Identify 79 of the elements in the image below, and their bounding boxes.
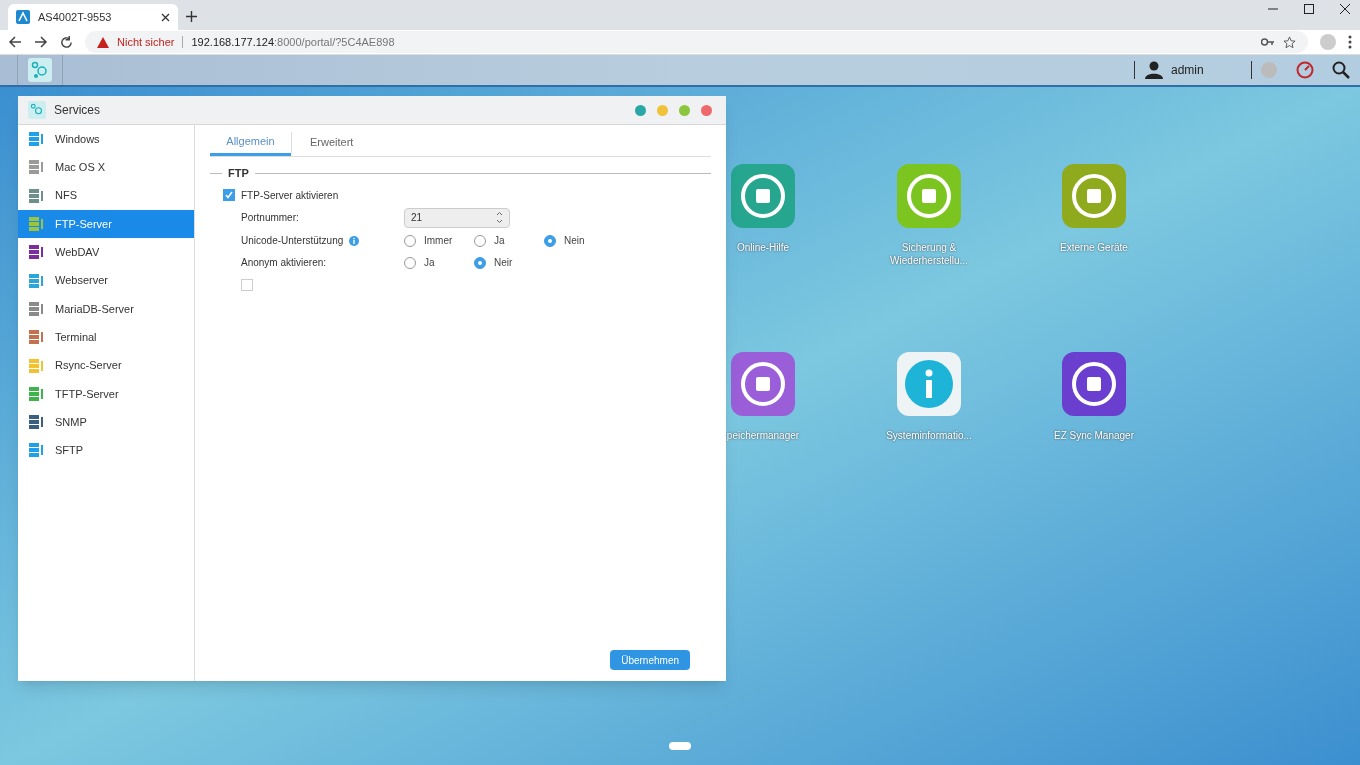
radio-label: Neir: [494, 256, 513, 270]
app-icon[interactable]: [731, 164, 795, 228]
window-title: Services: [54, 102, 101, 119]
browser-tab[interactable]: AS4002T-9553: [8, 4, 178, 30]
radio-label: Immer: [424, 234, 453, 248]
gauge-icon[interactable]: [1296, 61, 1314, 79]
sidebar-label: SFTP: [55, 443, 84, 459]
tab-title: AS4002T-9553: [38, 9, 113, 25]
url-text: 192.168.177.124:8000/portal/?5C4AE898: [191, 34, 395, 50]
minimize-button[interactable]: [657, 104, 668, 116]
sidebar-label: NFS: [55, 188, 77, 204]
checkbox[interactable]: [241, 278, 253, 291]
sidebar-item[interactable]: Rsync-Server: [18, 351, 194, 380]
close-icon[interactable]: [161, 12, 170, 22]
maximize-icon[interactable]: [1304, 4, 1314, 14]
address-field[interactable]: Nicht sicher 192.168.177.124:8000/portal/?5C4AE898: [85, 31, 1308, 53]
menu-icon[interactable]: [1348, 35, 1352, 49]
pin-button[interactable]: [635, 104, 646, 116]
star-icon[interactable]: [1283, 35, 1296, 49]
sidebar-label: Terminal: [55, 329, 97, 345]
field-label: Anonym aktivieren:: [241, 256, 328, 270]
sidebar-label: Windows: [55, 131, 100, 147]
sidebar-item[interactable]: NFS: [18, 181, 194, 210]
sidebar-label: WebDAV: [55, 245, 100, 261]
radio-label: Nein: [564, 234, 585, 248]
security-label: Nicht sicher: [117, 34, 175, 50]
info-icon[interactable]: [349, 235, 360, 246]
app-icon[interactable]: [731, 352, 795, 416]
radio-button[interactable]: [404, 256, 416, 269]
sidebar-item[interactable]: TFTP-Server: [18, 379, 194, 408]
radio-button[interactable]: [544, 234, 556, 247]
sidebar-label: MariaDB-Server: [55, 301, 134, 317]
sidebar-item[interactable]: Terminal: [18, 323, 194, 352]
sidebar-label: TFTP-Server: [55, 386, 119, 402]
radio-label: Ja: [494, 234, 505, 248]
profile-icon[interactable]: [1320, 34, 1336, 50]
sidebar-item[interactable]: Windows: [18, 125, 194, 154]
checkbox-label: FTP-Server aktivieren: [241, 188, 339, 203]
maximize-button[interactable]: [679, 104, 690, 116]
user-name[interactable]: admin: [1171, 61, 1251, 79]
radio-button[interactable]: [404, 234, 416, 247]
sidebar-item[interactable]: FTP-Server: [18, 209, 194, 239]
sidebar-label: Rsync-Server: [55, 358, 122, 374]
port-field[interactable]: 21: [404, 207, 510, 228]
radio-button[interactable]: [474, 256, 486, 269]
tab[interactable]: Erweitert: [291, 132, 372, 153]
radio-label: Ja: [424, 256, 435, 270]
forward-icon[interactable]: [34, 35, 48, 49]
sidebar-label: Mac OS X: [55, 160, 106, 176]
sidebar-label: FTP-Server: [55, 216, 112, 232]
tab[interactable]: Allgemein: [210, 129, 291, 156]
sidebar-item[interactable]: Mac OS X: [18, 153, 194, 182]
key-icon[interactable]: [1261, 37, 1275, 47]
section-title: FTP: [228, 166, 249, 181]
close-icon[interactable]: [1340, 4, 1350, 14]
reload-icon[interactable]: [60, 35, 73, 49]
field-label: Unicode-Unterstützung: [241, 234, 344, 248]
site-icon: [16, 10, 30, 24]
services-app-icon[interactable]: [28, 58, 52, 82]
warning-icon: [97, 36, 109, 48]
search-icon[interactable]: [1332, 61, 1350, 79]
close-button[interactable]: [701, 104, 712, 116]
sidebar-item[interactable]: SNMP: [18, 407, 194, 437]
sidebar-item[interactable]: MariaDB-Server: [18, 294, 194, 324]
field-label: Portnummer:: [241, 211, 300, 225]
checkbox[interactable]: [223, 189, 235, 201]
services-icon: [28, 101, 46, 119]
sidebar-label: Webserver: [55, 273, 108, 289]
sidebar-item[interactable]: Webserver: [18, 266, 194, 295]
sidebar-item[interactable]: SFTP: [18, 436, 194, 465]
app-icon[interactable]: [1062, 352, 1126, 416]
back-icon[interactable]: [8, 35, 22, 49]
sidebar-item[interactable]: WebDAV: [18, 238, 194, 267]
radio-button[interactable]: [474, 234, 486, 247]
new-tab-icon[interactable]: [186, 11, 197, 22]
user-icon[interactable]: [1145, 61, 1163, 79]
dock-handle[interactable]: [669, 742, 691, 750]
sidebar-label: SNMP: [55, 414, 87, 430]
spinner-icon[interactable]: [496, 211, 503, 224]
